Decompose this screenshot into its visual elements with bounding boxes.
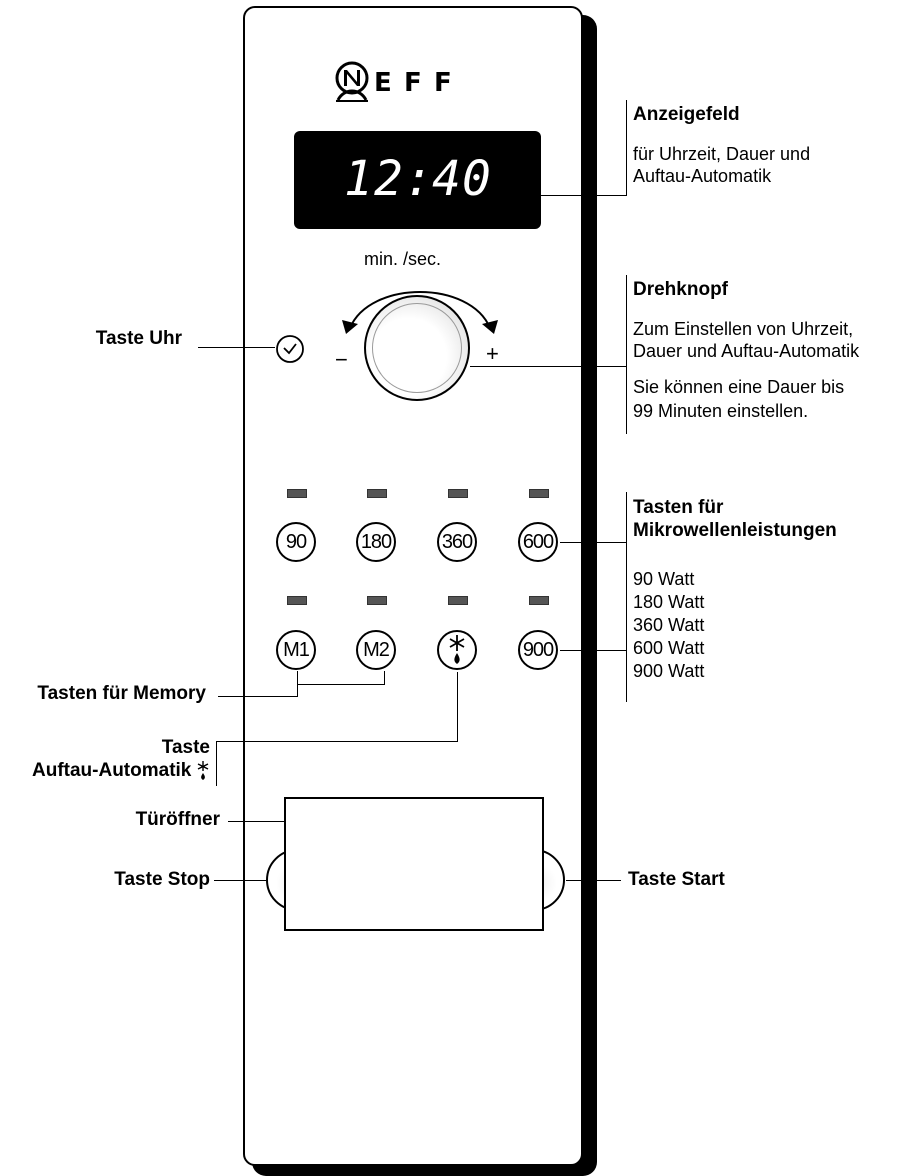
power-360-button[interactable]: 360 (437, 522, 477, 562)
brand-letter-f1: F (404, 68, 422, 98)
memory-m1-label: M1 (283, 638, 310, 661)
display-digit-4: 0 (462, 151, 491, 207)
display-colon: : (404, 151, 433, 207)
memory-m2-label: M2 (363, 638, 390, 661)
door-opener[interactable] (284, 797, 544, 931)
power-180-button[interactable]: 180 (356, 522, 396, 562)
auftau-leader-vertical (457, 672, 458, 742)
taste-start-leader (566, 880, 621, 881)
power-90-label: 90 (285, 530, 307, 553)
tasten-memory-label: Tasten für Memory (37, 683, 206, 704)
memory-leader-m2 (384, 671, 385, 685)
power-360-label: 360 (441, 530, 473, 553)
led-m1 (287, 596, 307, 605)
snowflake-drop-icon (449, 635, 465, 664)
leistung-leader-600 (560, 542, 627, 543)
knob-plus-sign: + (486, 341, 499, 366)
tueroeffner-leader (228, 821, 284, 822)
taste-auftau-label-1: Taste (161, 737, 210, 758)
power-600-button[interactable]: 600 (518, 522, 558, 562)
power-900-label: 900 (522, 638, 554, 661)
leistung-bar (626, 492, 627, 702)
auftau-bar (216, 741, 217, 786)
taste-stop-leader (214, 880, 266, 881)
drehknopf-desc1-line-2: Dauer und Auftau-Automatik (633, 341, 860, 361)
power-180-label: 180 (360, 530, 392, 553)
led-600 (529, 489, 549, 498)
watt-360: 360 Watt (633, 615, 705, 635)
watt-600: 600 Watt (633, 638, 705, 658)
taste-stop-label: Taste Stop (114, 869, 210, 890)
taste-auftau-label-2: Auftau-Automatik (32, 760, 192, 781)
led-180 (367, 489, 387, 498)
clock-button[interactable] (275, 334, 305, 364)
display-digit-3: 4 (432, 151, 461, 207)
knob-inner-ring (372, 303, 462, 393)
anzeigefeld-desc-1: für Uhrzeit, Dauer und (633, 144, 811, 164)
anzeigefeld-bar (626, 100, 627, 195)
taste-uhr-label: Taste Uhr (95, 328, 182, 349)
brand-letter-e: E (374, 68, 392, 98)
display-panel: 1 2 : 4 0 (294, 131, 541, 229)
power-600-label: 600 (522, 530, 554, 553)
drehknopf-bar (626, 275, 627, 434)
memory-m1-button[interactable]: M1 (276, 630, 316, 670)
memory-m2-button[interactable]: M2 (356, 630, 396, 670)
power-90-button[interactable]: 90 (276, 522, 316, 562)
led-defrost (448, 596, 468, 605)
power-900-button[interactable]: 900 (518, 630, 558, 670)
watt-90: 90 Watt (633, 569, 695, 589)
leistung-title-1: Tasten für (633, 497, 724, 518)
watt-900: 900 Watt (633, 661, 705, 681)
display-digit-2: 2 (374, 151, 403, 207)
knob-minus-sign: − (335, 347, 348, 372)
drehknopf-desc1-line-1: Zum Einstellen von Uhrzeit, (633, 319, 854, 339)
drehknopf-leader (470, 366, 627, 367)
brand-letter-f2: F (434, 68, 452, 98)
led-m2 (367, 596, 387, 605)
snowflake-drop-icon-legend (197, 761, 209, 780)
display-digit-1: 1 (344, 151, 373, 207)
led-90 (287, 489, 307, 498)
watt-180: 180 Watt (633, 592, 705, 612)
tueroeffner-label: Türöffner (135, 809, 220, 830)
anzeigefeld-title: Anzeigefeld (633, 104, 740, 125)
taste-uhr-leader (198, 347, 275, 348)
anzeigefeld-leader (541, 195, 627, 196)
memory-leader-horizontal (218, 696, 298, 697)
led-900 (529, 596, 549, 605)
drehknopf-desc2-line-1: Sie können eine Dauer bis (633, 377, 845, 397)
defrost-button[interactable] (437, 630, 477, 670)
neff-logo-icon (335, 61, 369, 102)
memory-leader-m2-horizontal (297, 684, 385, 685)
anzeigefeld-desc-2: Auftau-Automatik (633, 166, 772, 186)
auftau-leader-horizontal (216, 741, 458, 742)
leistung-leader-900 (560, 650, 627, 651)
rotary-knob[interactable] (364, 295, 470, 401)
led-360 (448, 489, 468, 498)
taste-start-label: Taste Start (628, 869, 725, 890)
drehknopf-title: Drehknopf (633, 279, 728, 300)
drehknopf-desc2-line-2: 99 Minuten einstellen. (633, 401, 809, 421)
leistung-title-2: Mikrowellenleistungen (633, 520, 837, 541)
